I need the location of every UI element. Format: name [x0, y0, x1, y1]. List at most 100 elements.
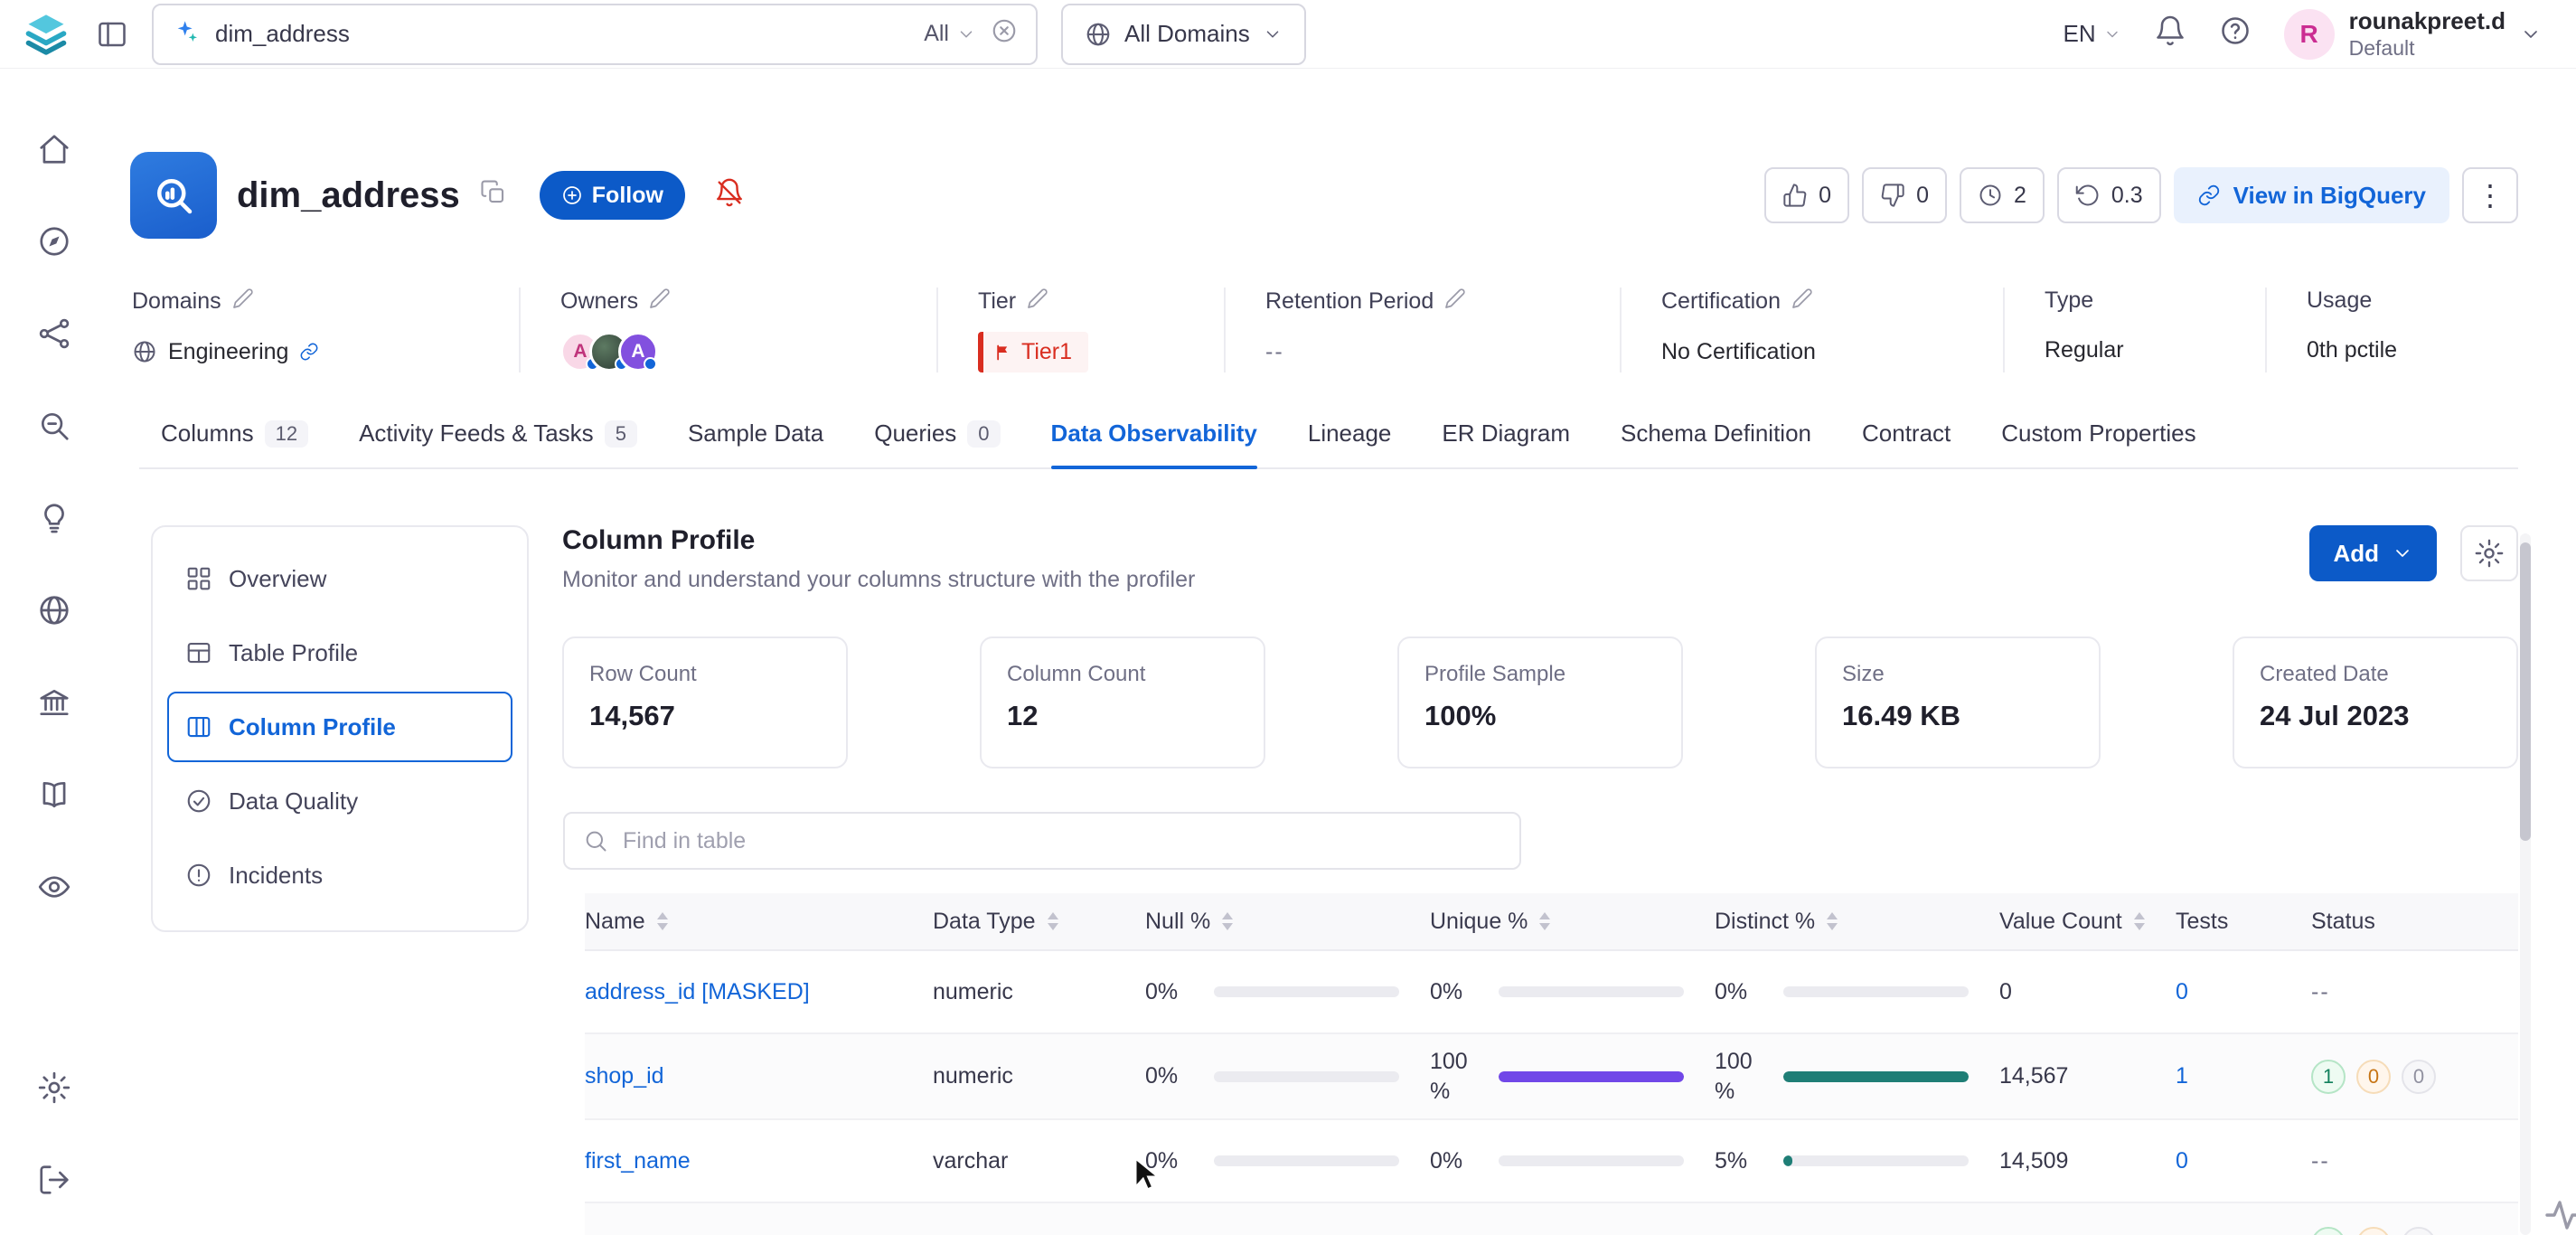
user-name: rounakpreet.d	[2349, 6, 2505, 36]
menu-item-overview[interactable]: Overview	[167, 543, 512, 614]
domain-value[interactable]: Engineering	[168, 339, 288, 365]
status-aborted-badge[interactable]: 0	[2356, 1060, 2391, 1094]
tab-sample-data[interactable]: Sample Data	[688, 420, 823, 467]
domains-globe-icon[interactable]	[37, 593, 71, 627]
sidebar-toggle-icon[interactable]	[96, 18, 128, 51]
menu-item-data-quality[interactable]: Data Quality	[167, 766, 512, 836]
vertical-scrollbar[interactable]	[2520, 533, 2531, 1235]
card-column-count: Column Count 12	[980, 636, 1265, 768]
observability-search-icon[interactable]	[37, 409, 71, 443]
status-success-badge[interactable]: 1	[2311, 1060, 2346, 1094]
meta-type: Type Regular	[2003, 288, 2265, 372]
explore-compass-icon[interactable]	[37, 224, 71, 259]
find-in-table-input[interactable]	[623, 828, 1501, 854]
tab-contract[interactable]: Contract	[1862, 420, 1951, 467]
tests-count-link[interactable]: 1	[2176, 1231, 2188, 1235]
edit-pencil-icon[interactable]	[649, 288, 671, 316]
sort-icon[interactable]	[1538, 912, 1551, 930]
language-selector[interactable]: EN	[2064, 20, 2121, 48]
tests-count-link[interactable]: 0	[2176, 979, 2188, 1004]
null-progress-bar	[1214, 1071, 1399, 1082]
tab-data-observability[interactable]: Data Observability	[1051, 420, 1257, 467]
domain-selector[interactable]: All Domains	[1061, 4, 1306, 65]
edit-pencil-icon[interactable]	[232, 288, 254, 316]
chevron-down-icon	[956, 24, 976, 44]
add-button[interactable]: Add	[2309, 525, 2437, 581]
tab-lineage[interactable]: Lineage	[1308, 420, 1392, 467]
sort-icon[interactable]	[1047, 912, 1059, 930]
edit-pencil-icon[interactable]	[1791, 288, 1813, 316]
sort-icon[interactable]	[1221, 912, 1234, 930]
status-failed-badge[interactable]: 0	[2402, 1227, 2436, 1235]
owner-avatars[interactable]: A A	[560, 332, 658, 372]
column-name-link[interactable]: first_name	[585, 1148, 691, 1174]
sort-icon[interactable]	[2133, 912, 2146, 930]
glossary-book-icon[interactable]	[37, 778, 71, 812]
column-name-link[interactable]: address_id [MASKED]	[585, 979, 810, 1004]
views-button[interactable]: 2	[1960, 167, 2045, 223]
status-empty: --	[2311, 979, 2518, 1005]
table-row[interactable]: address_id [MASKED] numeric 0% 0% 0% 0 0…	[585, 951, 2518, 1034]
tab-er-diagram[interactable]: ER Diagram	[1442, 420, 1570, 467]
settings-gear-icon[interactable]	[37, 1070, 71, 1105]
notifications-bell-icon[interactable]	[2154, 14, 2186, 53]
sort-icon[interactable]	[1826, 912, 1838, 930]
menu-item-table-profile[interactable]: Table Profile	[167, 618, 512, 688]
table-row[interactable]: last_name varchar 1% 80% 5% 14,509 1 1 0…	[585, 1203, 2518, 1235]
table-row[interactable]: first_name varchar 0% 0% 5% 14,509 0 --	[585, 1120, 2518, 1203]
column-name-link[interactable]: shop_id	[585, 1063, 664, 1089]
scrollbar-thumb[interactable]	[2520, 542, 2531, 841]
edit-pencil-icon[interactable]	[1444, 288, 1466, 316]
tier-badge[interactable]: Tier1	[978, 332, 1088, 372]
status-success-badge[interactable]: 1	[2311, 1227, 2346, 1235]
find-in-table-search[interactable]	[563, 812, 1521, 870]
app-logo[interactable]	[20, 8, 72, 61]
upvote-button[interactable]: 0	[1764, 167, 1849, 223]
sort-icon[interactable]	[656, 912, 669, 930]
profiler-settings-gear-icon[interactable]	[2460, 525, 2518, 581]
user-menu[interactable]: R rounakpreet.d Default	[2284, 6, 2542, 61]
metrics-eye-icon[interactable]	[37, 870, 71, 904]
status-failed-badge[interactable]: 0	[2402, 1060, 2436, 1094]
check-circle-icon	[185, 787, 212, 815]
help-icon[interactable]	[2219, 14, 2252, 53]
insights-bulb-icon[interactable]	[37, 501, 71, 535]
clear-search-icon[interactable]	[991, 17, 1018, 51]
chevron-down-icon	[2520, 24, 2542, 45]
search-scope-dropdown[interactable]: All	[924, 21, 976, 47]
col-header-null[interactable]: Null %	[1145, 909, 1430, 935]
downvote-button[interactable]: 0	[1862, 167, 1947, 223]
search-input[interactable]	[215, 20, 909, 48]
follow-button[interactable]: Follow	[540, 171, 685, 220]
menu-item-column-profile[interactable]: Column Profile	[167, 692, 512, 762]
logout-icon[interactable]	[37, 1163, 71, 1197]
govern-bank-icon[interactable]	[37, 685, 71, 720]
menu-item-incidents[interactable]: Incidents	[167, 840, 512, 910]
more-options-kebab-icon[interactable]: ⋮	[2462, 167, 2518, 223]
tests-count-link[interactable]: 1	[2176, 1063, 2188, 1089]
column-name-link[interactable]: last_name	[585, 1231, 689, 1235]
col-header-data-type[interactable]: Data Type	[933, 909, 1145, 935]
whats-new-widget-icon[interactable]	[2543, 1193, 2576, 1235]
version-history-button[interactable]: 0.3	[2057, 167, 2161, 223]
col-header-unique[interactable]: Unique %	[1430, 909, 1715, 935]
tests-count-link[interactable]: 0	[2176, 1148, 2188, 1174]
status-aborted-badge[interactable]: 0	[2356, 1227, 2391, 1235]
alert-bell-icon[interactable]	[714, 177, 745, 214]
tab-queries[interactable]: Queries0	[874, 420, 1000, 467]
col-header-value-count[interactable]: Value Count	[1999, 909, 2176, 935]
col-header-name[interactable]: Name	[585, 909, 933, 935]
meta-domains: Domains Engineering	[132, 288, 519, 372]
copy-icon[interactable]	[480, 179, 507, 212]
view-in-bigquery-button[interactable]: View in BigQuery	[2174, 167, 2449, 223]
tab-columns[interactable]: Columns12	[161, 420, 308, 467]
global-search[interactable]: All	[152, 4, 1038, 65]
table-row[interactable]: shop_id numeric 0% 100% 100% 14,567 1 1 …	[585, 1034, 2518, 1120]
col-header-distinct[interactable]: Distinct %	[1715, 909, 1999, 935]
home-icon[interactable]	[37, 132, 71, 166]
tab-schema-definition[interactable]: Schema Definition	[1621, 420, 1811, 467]
edit-pencil-icon[interactable]	[1027, 288, 1048, 316]
tab-custom-properties[interactable]: Custom Properties	[2001, 420, 2195, 467]
lineage-graph-icon[interactable]	[37, 316, 71, 351]
tab-activity-feeds[interactable]: Activity Feeds & Tasks5	[359, 420, 637, 467]
